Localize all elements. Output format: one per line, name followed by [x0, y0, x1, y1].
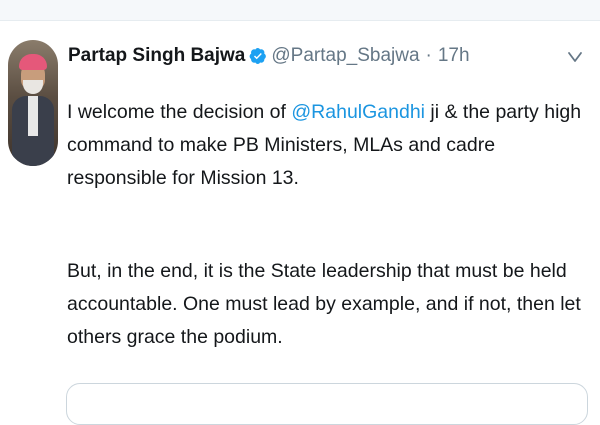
author-name[interactable]: Partap Singh Bajwa	[68, 45, 245, 67]
avatar-shirt-shape	[28, 96, 38, 136]
link-preview-card[interactable]	[66, 383, 588, 425]
tweet-text: I welcome the decision of @RahulGandhi j…	[67, 96, 587, 354]
avatar-beard-shape	[23, 80, 43, 94]
chevron-down-icon[interactable]	[566, 48, 584, 66]
tweet: Partap Singh Bajwa @Partap_Sbajwa · 17h …	[0, 0, 600, 425]
paragraph-1-lead: I welcome the decision of	[67, 101, 292, 123]
verified-badge-icon	[249, 47, 267, 65]
avatar[interactable]	[8, 40, 58, 166]
timeline-top-divider	[0, 0, 600, 21]
tweet-paragraph-1: I welcome the decision of @RahulGandhi j…	[67, 96, 587, 195]
tweet-header: Partap Singh Bajwa @Partap_Sbajwa · 17h	[68, 42, 470, 70]
tweet-paragraph-2: But, in the end, it is the State leaders…	[67, 260, 581, 348]
avatar-turban-shape	[19, 54, 47, 70]
meta-separator: ·	[425, 45, 432, 66]
mention-link[interactable]: @RahulGandhi	[291, 101, 425, 123]
tweet-timestamp[interactable]: 17h	[438, 45, 470, 67]
author-handle[interactable]: @Partap_Sbajwa	[271, 45, 419, 67]
